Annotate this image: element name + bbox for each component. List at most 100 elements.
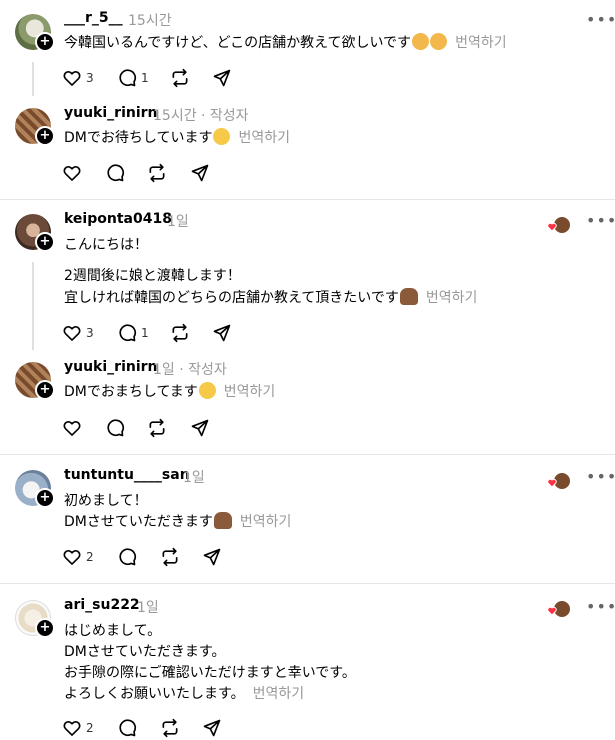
comment-line: 今韓国いるんですけど、どこの店舗か教えて欲しいです (64, 35, 412, 51)
liked-by-author-icon (547, 600, 571, 618)
like-count: 2 (86, 550, 94, 564)
timestamp: 15시간 (128, 13, 172, 29)
repost-button[interactable] (147, 163, 167, 183)
like-button[interactable] (62, 163, 82, 183)
share-button[interactable] (190, 418, 210, 438)
share-icon (203, 548, 221, 566)
reply-button[interactable]: 1 (117, 323, 149, 343)
like-button[interactable] (62, 418, 82, 438)
more-icon[interactable]: ••• (586, 467, 615, 486)
add-icon[interactable]: + (35, 232, 55, 252)
timestamp: 1일 (167, 214, 189, 230)
thread-line (32, 262, 34, 350)
repost-button[interactable] (147, 418, 167, 438)
comment-icon (119, 69, 137, 87)
like-button[interactable]: 2 (62, 718, 94, 738)
share-button[interactable] (202, 718, 222, 738)
divider (0, 454, 615, 455)
timestamp: 1일 (183, 470, 205, 486)
comment-text: 宜しければ韓国のどちらの店舗か教えて頂きたいです 번역하기 (64, 287, 477, 309)
comment-line: DMさせていただきます (64, 514, 213, 530)
liked-by-author-icon (547, 216, 571, 234)
heart-icon (63, 165, 81, 181)
heart-icon (63, 325, 81, 341)
add-icon[interactable]: + (35, 32, 55, 52)
more-icon[interactable]: ••• (586, 10, 615, 29)
comment-line: 2週間後に娘と渡韓します！ (64, 268, 241, 284)
add-icon[interactable]: + (35, 126, 55, 146)
timestamp: 1일 · 작성자 (153, 362, 227, 378)
repost-icon (149, 418, 165, 438)
heart-icon (63, 720, 81, 736)
share-button[interactable] (190, 163, 210, 183)
share-button[interactable] (212, 323, 232, 343)
more-icon[interactable]: ••• (586, 211, 615, 230)
comment-text: よろしくお願いいたします。 번역하기 (64, 683, 304, 705)
comment-line: こんにちは！ (64, 237, 148, 253)
username[interactable]: yuuki_rinirn (64, 359, 158, 375)
username[interactable]: tuntuntu____san (64, 467, 190, 483)
reply-button[interactable] (117, 547, 137, 567)
username[interactable]: yuuki_rinirn (64, 105, 158, 121)
username[interactable]: ___r_5__ (64, 10, 123, 26)
translate-link[interactable]: 번역하기 (426, 290, 478, 306)
translate-link[interactable]: 번역하기 (455, 35, 507, 51)
reply-button[interactable] (117, 718, 137, 738)
comments-feed: + ___r_5__ 15시간 ••• 今韓国いるんですけど、どこの店舗か教えて… (0, 0, 615, 740)
comment-icon (119, 548, 137, 566)
timestamp: 15시간 · 작성자 (153, 108, 249, 124)
share-icon (213, 324, 231, 342)
add-icon[interactable]: + (35, 618, 55, 638)
heart-icon (63, 549, 81, 565)
repost-icon (162, 718, 178, 738)
username[interactable]: ari_su222 (64, 597, 140, 613)
repost-icon (162, 547, 178, 567)
repost-icon (172, 68, 188, 88)
comment-icon (119, 324, 137, 342)
comment-line: DMでお待ちしています (64, 130, 213, 146)
share-button[interactable] (202, 547, 222, 567)
add-icon[interactable]: + (35, 380, 55, 400)
translate-link[interactable]: 번역하기 (240, 514, 292, 530)
smiling-face-emoji-icon (198, 382, 216, 399)
comment-icon (107, 164, 125, 182)
tired-face-emoji-icon (430, 33, 448, 50)
like-button[interactable]: 2 (62, 547, 94, 567)
repost-button[interactable] (160, 718, 180, 738)
share-icon (191, 164, 209, 182)
comment-line: 初めまして！ (64, 493, 148, 509)
repost-button[interactable] (170, 68, 190, 88)
divider (0, 583, 615, 584)
more-icon[interactable]: ••• (586, 597, 615, 616)
share-icon (191, 419, 209, 437)
like-count: 2 (86, 721, 94, 735)
translate-link[interactable]: 번역하기 (224, 384, 276, 400)
comment-text: DMでお待ちしています 번역하기 (64, 127, 290, 149)
comment-line: お手隙の際にご確認いただけますと幸いです。 (64, 665, 356, 681)
share-icon (203, 719, 221, 737)
comment-text: 今韓国いるんですけど、どこの店舗か教えて欲しいです 번역하기 (64, 32, 507, 54)
repost-button[interactable] (170, 323, 190, 343)
translate-link[interactable]: 번역하기 (238, 130, 290, 146)
add-icon[interactable]: + (35, 488, 55, 508)
like-button[interactable]: 3 (62, 68, 94, 88)
share-button[interactable] (212, 68, 232, 88)
reply-button[interactable] (105, 163, 125, 183)
bowing-person-emoji-icon (213, 512, 232, 529)
smiling-face-emoji-icon (213, 128, 231, 145)
like-button[interactable]: 3 (62, 323, 94, 343)
reply-count: 1 (141, 71, 149, 85)
reply-button[interactable] (105, 418, 125, 438)
timestamp: 1일 (137, 600, 159, 616)
reply-button[interactable]: 1 (117, 68, 149, 88)
repost-button[interactable] (160, 547, 180, 567)
thread-line (32, 62, 34, 96)
like-count: 3 (86, 71, 94, 85)
username[interactable]: keiponta0418 (64, 211, 172, 227)
repost-icon (172, 323, 188, 343)
share-icon (213, 69, 231, 87)
comment-line: 宜しければ韓国のどちらの店舗か教えて頂きたいです (64, 290, 399, 306)
comment-line: よろしくお願いいたします。 (64, 686, 245, 702)
translate-link[interactable]: 번역하기 (253, 686, 305, 702)
divider (0, 199, 615, 200)
